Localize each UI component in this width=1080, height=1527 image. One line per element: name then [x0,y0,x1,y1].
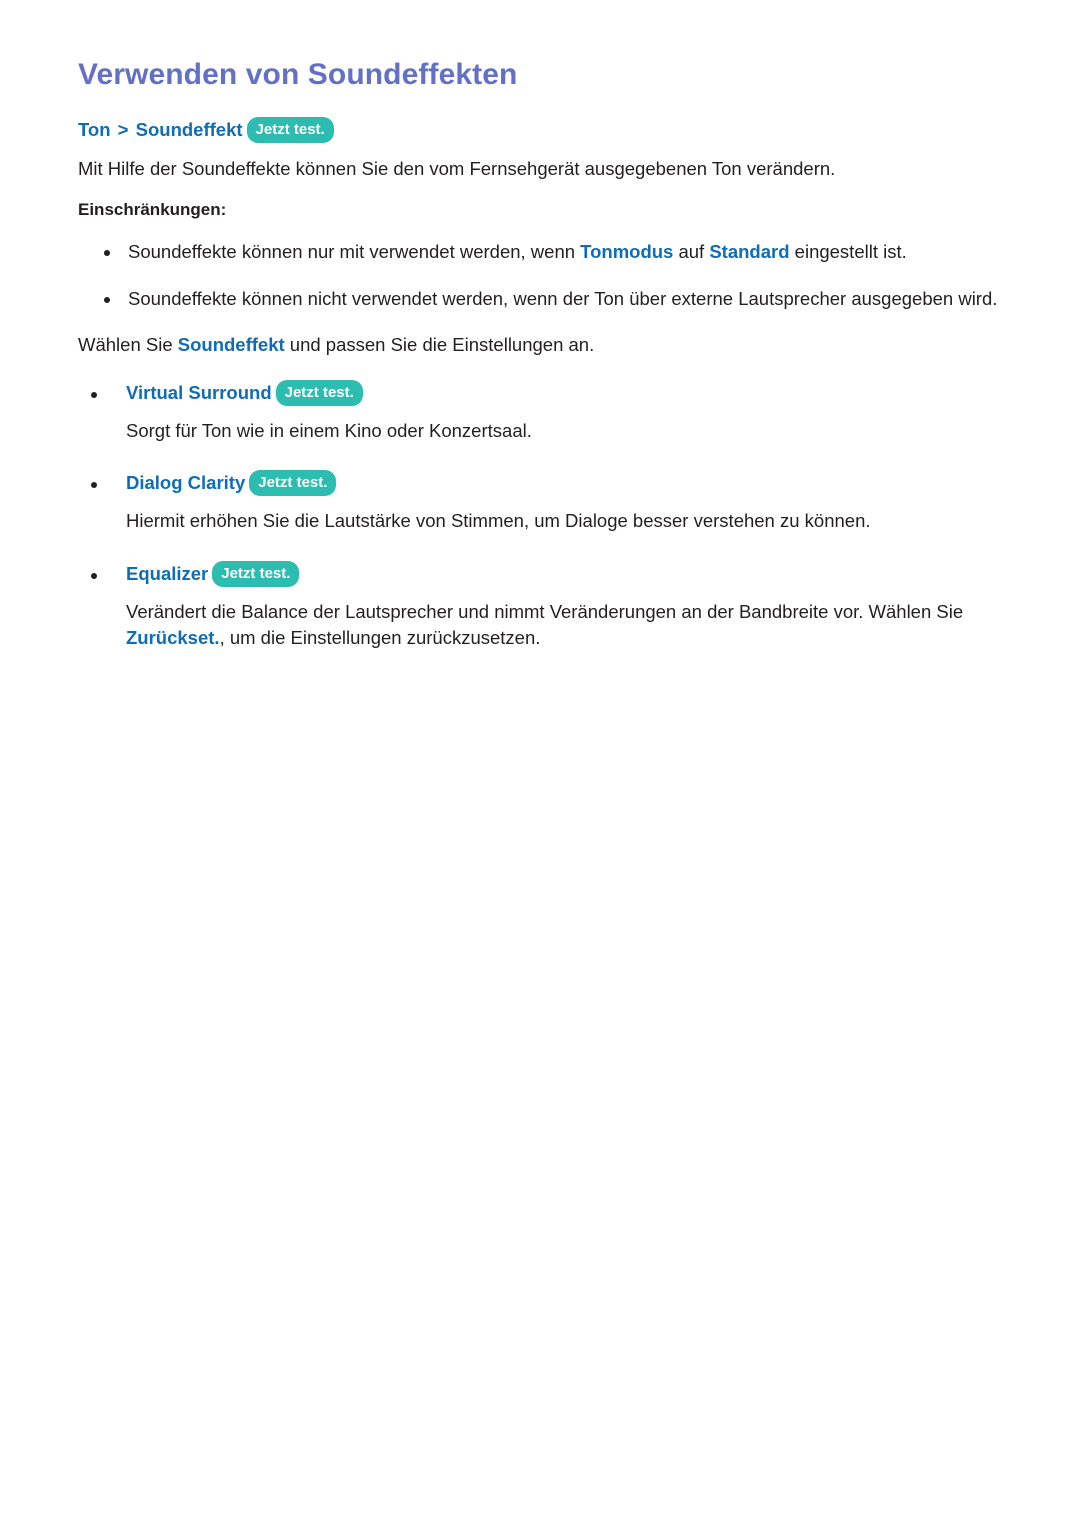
option-name[interactable]: Dialog Clarity [126,472,245,493]
option-description: Sorgt für Ton wie in einem Kino oder Kon… [126,418,1002,444]
option-description: Hiermit erhöhen Sie die Lautstärke von S… [126,508,1002,534]
option-name[interactable]: Equalizer [126,563,208,584]
list-item: Soundeffekte können nur mit verwendet we… [78,239,1002,265]
option-title: Virtual Surround Jetzt test. [126,380,1002,407]
lead-paragraph: Wählen Sie Soundeffekt und passen Sie di… [78,332,1002,358]
restrictions-list: Soundeffekte können nur mit verwendet we… [78,239,1002,312]
option-dialog-clarity: Dialog Clarity Jetzt test. Hiermit erhöhe… [78,470,1002,534]
option-description: Verändert die Balance der Lautsprecher u… [126,599,1002,652]
try-now-badge-virtual-surround[interactable]: Jetzt test. [275,380,363,407]
breadcrumb-separator-icon: > [117,119,129,140]
restriction-link-standard[interactable]: Standard [709,241,789,262]
restriction-text-part1: Soundeffekte können nicht verwendet werd… [128,287,998,309]
breadcrumb-item-root[interactable]: Ton [78,119,111,140]
option-equalizer: Equalizer Jetzt test. Verändert die Balan… [78,560,1002,652]
restrictions-heading: Einschränkungen: [78,200,227,220]
try-now-badge-equalizer[interactable]: Jetzt test. [212,560,300,587]
restriction-text-part2: auf [673,241,710,263]
option-desc-part2: , um die Einstellungen zurückzusetzen. [219,626,541,648]
lead-link-soundeffekt[interactable]: Soundeffekt [178,334,285,355]
option-desc-part1: Verändert die Balance der Lautsprecher u… [126,600,964,622]
restriction-text-part1: Soundeffekte können nur mit verwendet we… [128,241,581,263]
options-list: Virtual Surround Jetzt test. Sorgt für To… [78,380,1002,651]
breadcrumb: Ton > Soundeffekt Jetzt test. [78,117,1002,143]
page-title: Verwenden von Soundeffekten [78,58,518,91]
try-now-badge-dialog-clarity[interactable]: Jetzt test. [249,470,337,497]
option-virtual-surround: Virtual Surround Jetzt test. Sorgt für To… [78,380,1002,444]
lead-text-part2: und passen Sie die Einstellungen an. [284,333,595,355]
list-item: Soundeffekte können nicht verwendet werd… [78,286,1002,312]
document-page: Verwenden von Soundeffekten Ton > Sounde… [0,0,1080,1527]
intro-paragraph: Mit Hilfe der Soundeffekte können Sie de… [78,158,836,179]
restriction-text-part3: eingestellt ist. [789,241,907,263]
option-desc-part1: Hiermit erhöhen Sie die Lautstärke von S… [126,510,871,532]
restriction-link-tonmodus[interactable]: Tonmodus [580,241,673,262]
try-now-badge-breadcrumb[interactable]: Jetzt test. [246,117,334,143]
option-title: Equalizer Jetzt test. [126,560,1002,587]
option-title: Dialog Clarity Jetzt test. [126,470,1002,497]
option-desc-part1: Sorgt für Ton wie in einem Kino oder Kon… [126,420,532,442]
option-name[interactable]: Virtual Surround [126,382,272,403]
breadcrumb-item-leaf[interactable]: Soundeffekt [136,119,243,140]
option-desc-link-zuruecksetzen[interactable]: Zurückset. [126,627,220,648]
lead-text-part1: Wählen Sie [78,333,178,355]
